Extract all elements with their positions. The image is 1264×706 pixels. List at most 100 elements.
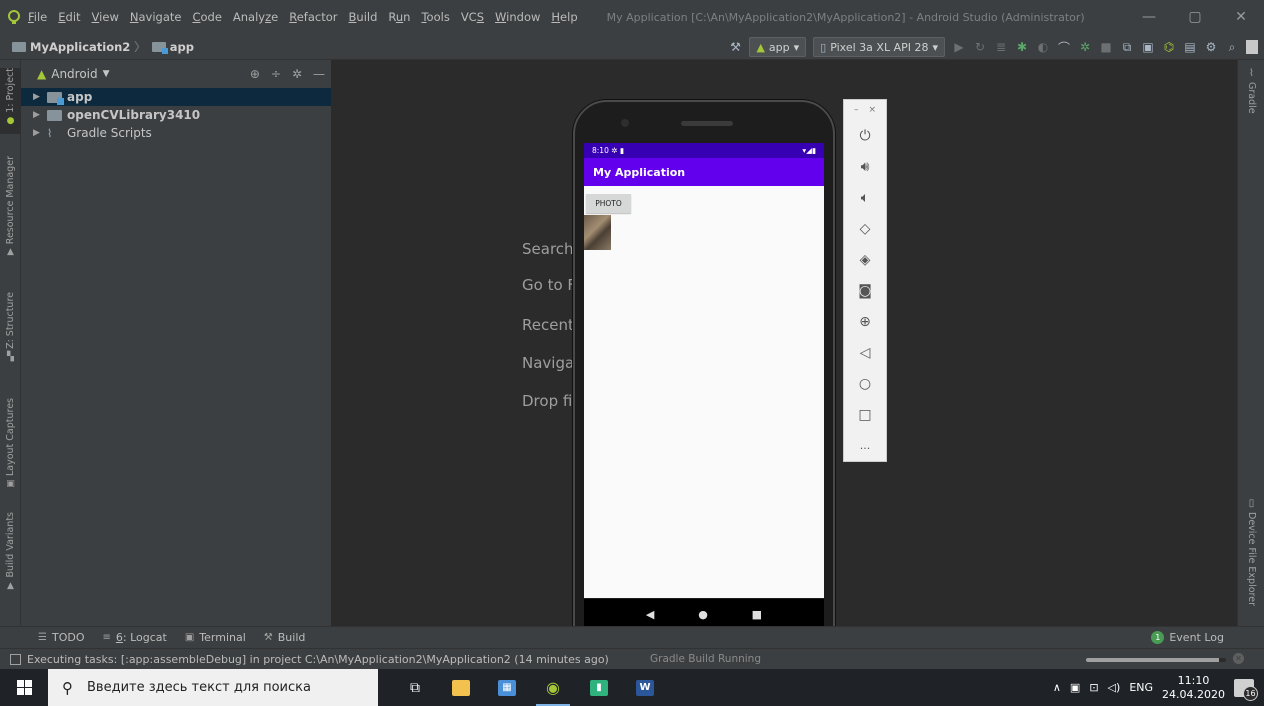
tab-terminal[interactable]: ▣ Terminal	[185, 631, 246, 644]
menu-window[interactable]: Window	[495, 10, 540, 24]
tab-todo[interactable]: ☰ TODO	[38, 631, 84, 644]
hide-icon[interactable]: —	[313, 67, 325, 81]
emulator-close-button[interactable]: ×	[868, 105, 876, 115]
menu-analyze[interactable]: Analyze	[233, 10, 278, 24]
power-icon[interactable]: ⏻	[844, 120, 886, 151]
sdk-manager-icon[interactable]: ▤	[1183, 40, 1197, 54]
stop-icon[interactable]: ■	[1099, 40, 1113, 54]
tray-app-icon[interactable]: ▣	[1070, 681, 1080, 694]
project-view-select[interactable]: Android	[51, 67, 97, 81]
locate-icon[interactable]: ⊕	[250, 67, 260, 81]
coverage-icon[interactable]: ◐	[1036, 40, 1050, 54]
run-config-select[interactable]: ▲ app ▾	[749, 37, 807, 57]
tab-build-variants[interactable]: Build Variants ▲	[0, 512, 21, 594]
emulator-minimize-button[interactable]: –	[854, 105, 859, 115]
language-indicator[interactable]: ENG	[1129, 681, 1153, 694]
run-icon[interactable]: ▶	[952, 40, 966, 54]
taskbar-search[interactable]: ⚲ Введите здесь текст для поиска	[48, 669, 378, 706]
screenshot-icon[interactable]: ◙	[844, 275, 886, 306]
menu-run[interactable]: Run	[388, 10, 410, 24]
apply-changes-icon[interactable]: ↻	[973, 40, 987, 54]
sync-project-icon[interactable]: ⧉	[1120, 40, 1134, 54]
zoom-icon[interactable]: ⊕	[844, 306, 886, 337]
taskbar-app-word[interactable]: W	[622, 669, 668, 706]
emulator-screen[interactable]: 8:10 ✲ ▮ ▾◢▮ My Application PHOTO	[584, 143, 824, 598]
photo-button[interactable]: PHOTO	[586, 194, 631, 213]
project-structure-icon[interactable]: ⚙	[1204, 40, 1218, 54]
menu-help[interactable]: Help	[551, 10, 577, 24]
taskbar-app-control-panel[interactable]: ▦	[484, 669, 530, 706]
gradle-build-status[interactable]: Gradle Build Running	[650, 653, 761, 665]
device-select[interactable]: ▯ Pixel 3a XL API 28 ▾	[813, 37, 945, 57]
chevron-right-icon[interactable]: ▶	[33, 128, 47, 138]
taskbar-app-emulator[interactable]: ▮	[576, 669, 622, 706]
debug-icon[interactable]: ✱	[1015, 40, 1029, 54]
tab-device-file-explorer[interactable]: ▯ Device File Explorer	[1238, 498, 1264, 608]
minimize-button[interactable]: —	[1126, 0, 1172, 34]
taskbar-app-android-studio[interactable]: ◉	[530, 669, 576, 706]
taskbar-app-explorer[interactable]	[438, 669, 484, 706]
structure-icon: ▚	[7, 351, 14, 362]
recents-icon[interactable]: ■	[752, 608, 762, 621]
menu-code[interactable]: Code	[192, 10, 221, 24]
user-avatar-icon[interactable]	[1246, 40, 1258, 54]
breadcrumb-module[interactable]: app	[170, 40, 194, 54]
breadcrumb-project[interactable]: MyApplication2	[30, 40, 130, 54]
rotate-right-icon[interactable]: ◈	[844, 244, 886, 275]
back-icon[interactable]: ◀	[646, 608, 654, 621]
menu-view[interactable]: View	[92, 10, 119, 24]
volume-down-icon[interactable]: 🔈︎	[844, 182, 886, 213]
tree-item-app[interactable]: ▶ app	[21, 88, 331, 106]
collapse-all-icon[interactable]: ÷	[271, 67, 281, 81]
tab-event-log[interactable]: 1 Event Log	[1151, 631, 1224, 644]
notification-center-icon[interactable]: 16	[1234, 678, 1258, 701]
android-status-bar: 8:10 ✲ ▮ ▾◢▮	[584, 143, 824, 158]
cancel-build-icon[interactable]: ✕	[1233, 653, 1244, 664]
layout-inspector-icon[interactable]: ▣	[1141, 40, 1155, 54]
chevron-right-icon[interactable]: ▶	[33, 92, 47, 102]
home-icon[interactable]: ○	[844, 368, 886, 399]
home-icon[interactable]: ●	[698, 608, 708, 621]
search-icon[interactable]: ⌕	[1225, 40, 1239, 54]
tree-item-gradle-scripts[interactable]: ▶ ⌇ Gradle Scripts	[21, 124, 331, 142]
menu-build[interactable]: Build	[349, 10, 378, 24]
task-view-button[interactable]: ⧉	[392, 669, 438, 706]
chevron-down-icon[interactable]: ▼	[103, 69, 110, 79]
gear-icon[interactable]: ✲	[292, 67, 302, 81]
tab-resource-manager[interactable]: Resource Manager ▲	[0, 156, 21, 266]
restore-button[interactable]: ▢	[1172, 0, 1218, 34]
notification-count: 16	[1243, 685, 1258, 701]
apply-code-changes-icon[interactable]: ≣	[994, 40, 1008, 54]
menu-refactor[interactable]: Refactor	[289, 10, 337, 24]
tab-structure[interactable]: Z: Structure ▚	[0, 292, 21, 366]
tab-logcat[interactable]: ≡ 6: Logcat	[102, 631, 166, 644]
close-button[interactable]: ✕	[1218, 0, 1264, 34]
volume-up-icon[interactable]: 🔊︎	[844, 151, 886, 182]
start-button[interactable]	[0, 669, 48, 706]
chevron-up-icon[interactable]: ∧	[1053, 681, 1061, 694]
back-icon[interactable]: ◁	[844, 337, 886, 368]
avd-manager-icon[interactable]: ⌬	[1162, 40, 1176, 54]
tab-layout-captures[interactable]: Layout Captures ▣	[0, 398, 21, 489]
menu-edit[interactable]: Edit	[58, 10, 80, 24]
menu-navigate[interactable]: Navigate	[130, 10, 182, 24]
overview-icon[interactable]: □	[844, 399, 886, 430]
network-icon[interactable]: ⊡	[1089, 681, 1098, 694]
tab-project[interactable]: 1: Project ●	[0, 68, 21, 134]
profile-icon[interactable]: ⌒	[1057, 40, 1071, 55]
menu-tools[interactable]: Tools	[421, 10, 449, 24]
attach-debugger-icon[interactable]: ✲	[1078, 40, 1092, 54]
tab-gradle[interactable]: ⌇ Gradle	[1238, 68, 1264, 128]
chevron-right-icon[interactable]: ▶	[33, 110, 47, 120]
menu-vcs[interactable]: VCS	[461, 10, 484, 24]
taskbar-clock[interactable]: 11:10 24.04.2020	[1162, 674, 1225, 702]
volume-icon[interactable]: ◁)	[1108, 681, 1121, 694]
hammer-icon[interactable]: ⚒	[728, 40, 742, 54]
rotate-left-icon[interactable]: ◇	[844, 213, 886, 244]
menu-file[interactable]: File	[28, 10, 47, 24]
status-message[interactable]: Executing tasks: [:app:assembleDebug] in…	[27, 653, 609, 666]
more-icon[interactable]: ...	[844, 430, 886, 461]
tab-build[interactable]: ⚒ Build	[264, 631, 306, 644]
tree-item-opencvlibrary3410[interactable]: ▶ openCVLibrary3410	[21, 106, 331, 124]
toggle-tool-windows-icon[interactable]	[10, 653, 21, 665]
